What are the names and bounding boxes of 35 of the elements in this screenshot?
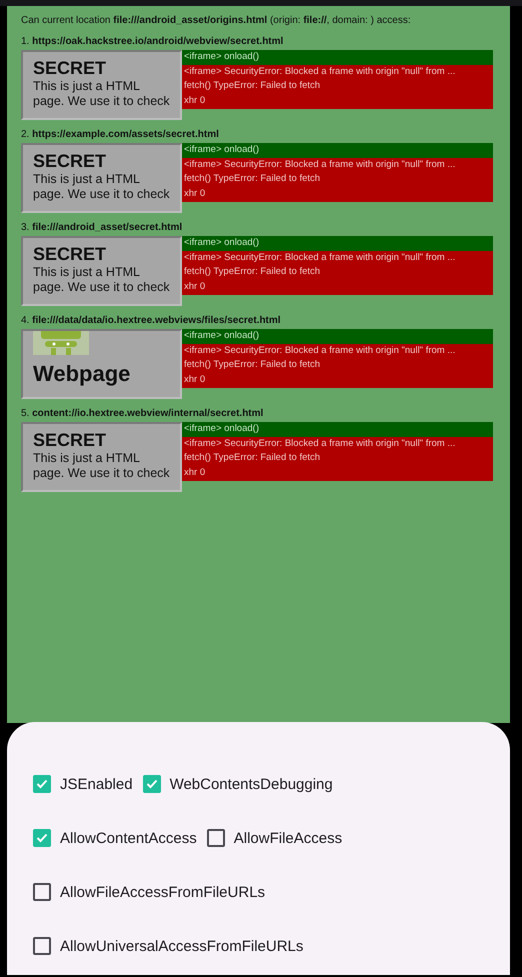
checkbox-label: WebContentsDebugging	[170, 776, 333, 792]
checkbox[interactable]	[33, 775, 51, 793]
checkbox[interactable]	[33, 883, 51, 901]
checkbox[interactable]	[142, 775, 161, 793]
page-text: This is just a HTML	[33, 172, 141, 187]
target-url: 2. https://example.com/assets/secret.html	[21, 129, 219, 140]
target-url: 5. content://io.hextree.webview/internal/secret.html	[21, 408, 264, 419]
page-heading: SECRET	[33, 151, 108, 172]
target-url: 4. file:///data/data/io.hextree.webviews/files/secret.html	[21, 315, 281, 326]
checkbox-label: AllowUniversalAccessFromFileURLs	[60, 938, 304, 954]
page-text: This is just a HTML	[33, 264, 141, 280]
page-text: page. We use it to check	[33, 280, 170, 295]
page-heading: SECRET	[33, 244, 108, 265]
page-heading: SECRET	[33, 58, 108, 79]
checkbox[interactable]	[33, 937, 51, 955]
checkmark-icon	[36, 833, 48, 843]
page-text: page. We use it to check	[33, 94, 170, 109]
page-text: page. We use it to check	[33, 186, 170, 202]
checkbox-label: AllowFileAccess	[234, 830, 342, 846]
page-text: This is just a HTML	[33, 78, 141, 94]
target-url: 3. file:///android_asset/secret.html	[21, 222, 182, 233]
checkmark-icon	[36, 779, 48, 789]
location-text: Can current location file:///android_asset/origins.html (origin: file://, domain: ) access:	[21, 15, 411, 26]
checkbox[interactable]	[206, 829, 225, 847]
android-robot-icon	[33, 331, 89, 355]
checkbox[interactable]	[33, 829, 51, 847]
checkmark-icon	[146, 779, 158, 789]
target-url: 1. https://oak.hackstree.io/android/webview/secret.html	[21, 36, 284, 47]
checkbox-label: AllowContentAccess	[60, 830, 197, 846]
page-heading: SECRET	[33, 430, 108, 451]
page-text: page. We use it to check	[33, 466, 170, 481]
page-heading: Webpage	[33, 361, 132, 386]
page-text: This is just a HTML	[33, 450, 141, 466]
checkbox-label: AllowFileAccessFromFileURLs	[60, 884, 266, 900]
checkbox-label: JSEnabled	[60, 776, 133, 792]
